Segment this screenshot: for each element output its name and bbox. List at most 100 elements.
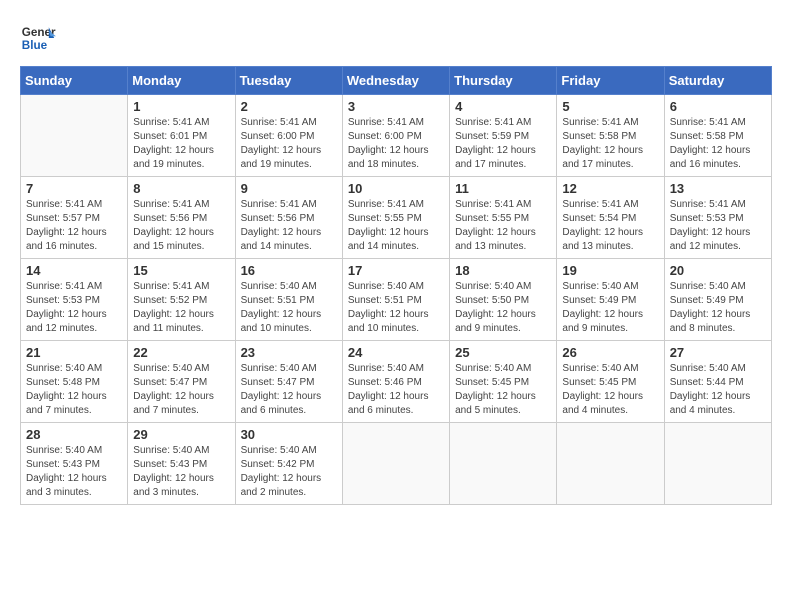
day-info: Sunrise: 5:41 AM Sunset: 5:58 PM Dayligh… (670, 116, 766, 172)
column-header-monday: Monday (128, 67, 235, 95)
day-info: Sunrise: 5:40 AM Sunset: 5:43 PM Dayligh… (26, 444, 122, 500)
calendar-cell (342, 423, 449, 505)
calendar-cell: 18 Sunrise: 5:40 AM Sunset: 5:50 PM Dayli… (450, 259, 557, 341)
day-info: Sunrise: 5:40 AM Sunset: 5:50 PM Dayligh… (455, 280, 551, 336)
calendar-cell (557, 423, 664, 505)
day-info: Sunrise: 5:41 AM Sunset: 5:53 PM Dayligh… (670, 198, 766, 254)
calendar-cell: 6 Sunrise: 5:41 AM Sunset: 5:58 PM Daylig… (664, 95, 771, 177)
day-info: Sunrise: 5:40 AM Sunset: 5:44 PM Dayligh… (670, 362, 766, 418)
calendar-header-row: SundayMondayTuesdayWednesdayThursdayFrid… (21, 67, 772, 95)
calendar-week-5: 28 Sunrise: 5:40 AM Sunset: 5:43 PM Dayli… (21, 423, 772, 505)
calendar-cell: 22Sunrise: 5:40 AM Sunset: 5:47 PM Dayli… (128, 341, 235, 423)
day-info: Sunrise: 5:41 AM Sunset: 5:55 PM Dayligh… (348, 198, 444, 254)
day-info: Sunrise: 5:41 AM Sunset: 5:58 PM Dayligh… (562, 116, 658, 172)
day-info: Sunrise: 5:40 AM Sunset: 5:45 PM Dayligh… (455, 362, 551, 418)
calendar-week-3: 14 Sunrise: 5:41 AM Sunset: 5:53 PM Dayli… (21, 259, 772, 341)
day-info: Sunrise: 5:41 AM Sunset: 5:55 PM Dayligh… (455, 198, 551, 254)
calendar-cell: 13 Sunrise: 5:41 AM Sunset: 5:53 PM Dayli… (664, 177, 771, 259)
calendar-cell: 24 Sunrise: 5:40 AM Sunset: 5:46 PM Dayli… (342, 341, 449, 423)
day-info: Sunrise: 5:41 AM Sunset: 5:57 PM Dayligh… (26, 198, 122, 254)
calendar-cell: 15 Sunrise: 5:41 AM Sunset: 5:52 PM Dayli… (128, 259, 235, 341)
calendar-cell: 16 Sunrise: 5:40 AM Sunset: 5:51 PM Dayli… (235, 259, 342, 341)
calendar-cell: 10 Sunrise: 5:41 AM Sunset: 5:55 PM Dayli… (342, 177, 449, 259)
day-info: Sunrise: 5:40 AM Sunset: 5:48 PM Dayligh… (26, 362, 122, 418)
calendar-table: SundayMondayTuesdayWednesdayThursdayFrid… (20, 66, 772, 505)
day-number: 24 (348, 345, 444, 360)
calendar-cell (21, 95, 128, 177)
calendar-week-1: 1 Sunrise: 5:41 AM Sunset: 6:01 PM Daylig… (21, 95, 772, 177)
day-number: 26 (562, 345, 658, 360)
day-number: 1 (133, 99, 229, 114)
calendar-cell: 30 Sunrise: 5:40 AM Sunset: 5:42 PM Dayli… (235, 423, 342, 505)
day-info: Sunrise: 5:40 AM Sunset: 5:42 PM Dayligh… (241, 444, 337, 500)
day-info: Sunrise: 5:40 AM Sunset: 5:47 PM Dayligh… (241, 362, 337, 418)
day-number: 7 (26, 181, 122, 196)
calendar-cell: 12Sunrise: 5:41 AM Sunset: 5:54 PM Dayli… (557, 177, 664, 259)
day-number: 23 (241, 345, 337, 360)
day-number: 18 (455, 263, 551, 278)
day-number: 15 (133, 263, 229, 278)
calendar-cell: 23 Sunrise: 5:40 AM Sunset: 5:47 PM Dayli… (235, 341, 342, 423)
svg-text:Blue: Blue (22, 39, 48, 52)
column-header-wednesday: Wednesday (342, 67, 449, 95)
calendar-cell: 14 Sunrise: 5:41 AM Sunset: 5:53 PM Dayli… (21, 259, 128, 341)
column-header-saturday: Saturday (664, 67, 771, 95)
day-info: Sunrise: 5:40 AM Sunset: 5:49 PM Dayligh… (670, 280, 766, 336)
day-info: Sunrise: 5:40 AM Sunset: 5:46 PM Dayligh… (348, 362, 444, 418)
day-number: 2 (241, 99, 337, 114)
day-info: Sunrise: 5:41 AM Sunset: 5:52 PM Dayligh… (133, 280, 229, 336)
day-number: 21 (26, 345, 122, 360)
day-info: Sunrise: 5:41 AM Sunset: 6:00 PM Dayligh… (348, 116, 444, 172)
column-header-friday: Friday (557, 67, 664, 95)
calendar-cell: 28 Sunrise: 5:40 AM Sunset: 5:43 PM Dayli… (21, 423, 128, 505)
day-info: Sunrise: 5:41 AM Sunset: 5:53 PM Dayligh… (26, 280, 122, 336)
day-info: Sunrise: 5:40 AM Sunset: 5:51 PM Dayligh… (241, 280, 337, 336)
day-number: 13 (670, 181, 766, 196)
day-number: 30 (241, 427, 337, 442)
calendar-cell: 17 Sunrise: 5:40 AM Sunset: 5:51 PM Dayli… (342, 259, 449, 341)
calendar-cell: 29 Sunrise: 5:40 AM Sunset: 5:43 PM Dayli… (128, 423, 235, 505)
calendar-cell: 7 Sunrise: 5:41 AM Sunset: 5:57 PM Daylig… (21, 177, 128, 259)
day-number: 8 (133, 181, 229, 196)
day-number: 16 (241, 263, 337, 278)
calendar-cell: 4Sunrise: 5:41 AM Sunset: 5:59 PM Daylig… (450, 95, 557, 177)
column-header-tuesday: Tuesday (235, 67, 342, 95)
day-info: Sunrise: 5:41 AM Sunset: 5:54 PM Dayligh… (562, 198, 658, 254)
calendar-cell: 3 Sunrise: 5:41 AM Sunset: 6:00 PM Daylig… (342, 95, 449, 177)
day-number: 10 (348, 181, 444, 196)
calendar-cell: 11Sunrise: 5:41 AM Sunset: 5:55 PM Dayli… (450, 177, 557, 259)
day-info: Sunrise: 5:40 AM Sunset: 5:43 PM Dayligh… (133, 444, 229, 500)
day-number: 28 (26, 427, 122, 442)
calendar-cell: 1 Sunrise: 5:41 AM Sunset: 6:01 PM Daylig… (128, 95, 235, 177)
calendar-cell: 26 Sunrise: 5:40 AM Sunset: 5:45 PM Dayli… (557, 341, 664, 423)
day-info: Sunrise: 5:41 AM Sunset: 6:00 PM Dayligh… (241, 116, 337, 172)
day-info: Sunrise: 5:40 AM Sunset: 5:45 PM Dayligh… (562, 362, 658, 418)
day-number: 25 (455, 345, 551, 360)
page-header: General Blue (20, 20, 772, 56)
calendar-cell: 9 Sunrise: 5:41 AM Sunset: 5:56 PM Daylig… (235, 177, 342, 259)
calendar-cell: 8 Sunrise: 5:41 AM Sunset: 5:56 PM Daylig… (128, 177, 235, 259)
calendar-cell (664, 423, 771, 505)
calendar-cell: 19Sunrise: 5:40 AM Sunset: 5:49 PM Dayli… (557, 259, 664, 341)
day-number: 14 (26, 263, 122, 278)
day-number: 6 (670, 99, 766, 114)
day-info: Sunrise: 5:41 AM Sunset: 5:56 PM Dayligh… (241, 198, 337, 254)
calendar-cell (450, 423, 557, 505)
day-info: Sunrise: 5:40 AM Sunset: 5:51 PM Dayligh… (348, 280, 444, 336)
calendar-week-2: 7 Sunrise: 5:41 AM Sunset: 5:57 PM Daylig… (21, 177, 772, 259)
logo: General Blue (20, 20, 56, 56)
logo-icon: General Blue (20, 20, 56, 56)
day-info: Sunrise: 5:41 AM Sunset: 6:01 PM Dayligh… (133, 116, 229, 172)
day-number: 20 (670, 263, 766, 278)
day-number: 22 (133, 345, 229, 360)
day-number: 3 (348, 99, 444, 114)
day-info: Sunrise: 5:41 AM Sunset: 5:59 PM Dayligh… (455, 116, 551, 172)
day-number: 29 (133, 427, 229, 442)
day-number: 27 (670, 345, 766, 360)
day-number: 9 (241, 181, 337, 196)
day-info: Sunrise: 5:41 AM Sunset: 5:56 PM Dayligh… (133, 198, 229, 254)
column-header-thursday: Thursday (450, 67, 557, 95)
day-number: 17 (348, 263, 444, 278)
calendar-week-4: 21 Sunrise: 5:40 AM Sunset: 5:48 PM Dayli… (21, 341, 772, 423)
calendar-cell: 27 Sunrise: 5:40 AM Sunset: 5:44 PM Dayli… (664, 341, 771, 423)
